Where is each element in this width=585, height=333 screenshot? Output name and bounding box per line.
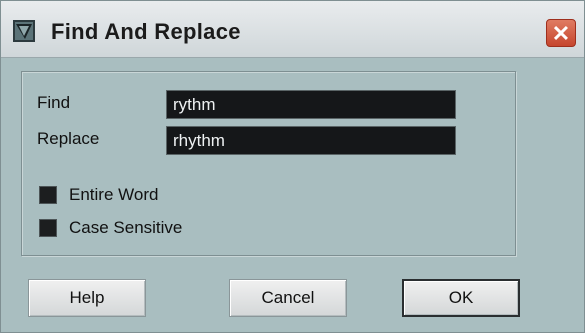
- find-input[interactable]: rythm: [166, 90, 456, 119]
- dialog-title: Find And Replace: [51, 19, 241, 44]
- app-icon: [13, 20, 35, 42]
- replace-input[interactable]: rhythm: [166, 126, 456, 155]
- case-sensitive-label[interactable]: Case Sensitive: [69, 218, 182, 238]
- cancel-button[interactable]: Cancel: [229, 279, 347, 317]
- title-bar[interactable]: Find And Replace ✕: [1, 1, 584, 58]
- entire-word-label[interactable]: Entire Word: [69, 185, 158, 205]
- help-button[interactable]: Help: [28, 279, 146, 317]
- close-icon: ✕: [551, 21, 571, 46]
- ok-button[interactable]: OK: [402, 279, 520, 317]
- case-sensitive-checkbox[interactable]: [39, 219, 57, 237]
- options-group: Find rythm Replace rhythm Entire Word Ca…: [21, 71, 516, 256]
- entire-word-checkbox[interactable]: [39, 186, 57, 204]
- find-replace-dialog: Find And Replace ✕ Find rythm Replace rh…: [0, 0, 585, 333]
- find-label: Find: [37, 93, 71, 112]
- close-button[interactable]: ✕: [546, 19, 576, 47]
- replace-label: Replace: [37, 129, 100, 148]
